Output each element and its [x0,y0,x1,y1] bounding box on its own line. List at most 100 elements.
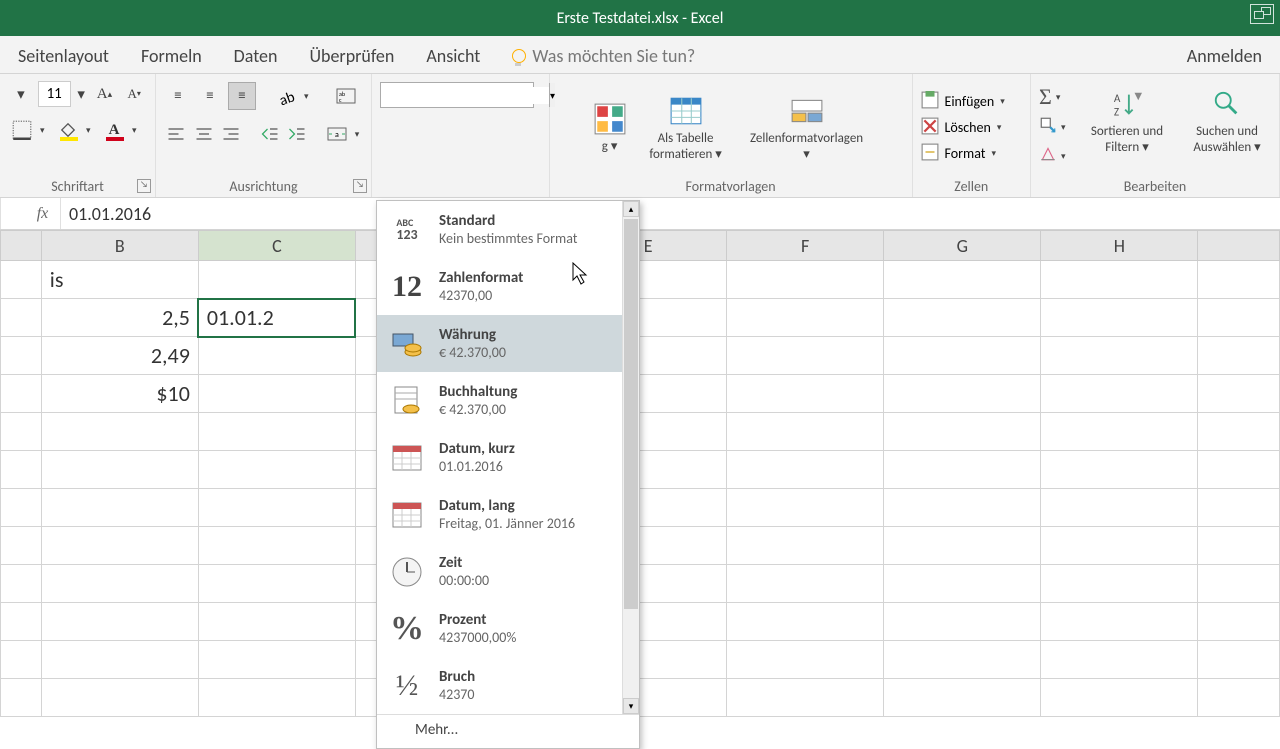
group-label-cells: Zellen [913,178,1031,195]
fill-icon[interactable] [1039,116,1057,139]
svg-text:ab: ab [277,88,296,106]
grow-font-icon[interactable]: A▴ [92,80,118,108]
format-icon: % [387,609,427,649]
worksheet[interactable]: B C E F G H is 2,501.01.2 2,49 $10 [0,230,1280,720]
cell[interactable]: 2,5 [41,299,198,337]
font-color-button[interactable]: A [100,116,128,144]
number-format-item-zahlenformat[interactable]: 12Zahlenformat42370,00 [377,258,622,315]
decrease-indent-icon[interactable] [258,120,282,148]
col-header-h[interactable]: H [1041,231,1198,261]
formula-bar: fx 01.01.2016 [0,198,1280,230]
title-bar: Erste Testdatei.xlsx - Excel [0,0,1280,36]
restore-icon[interactable] [1250,4,1274,24]
font-group-launcher[interactable]: ↘ [137,179,151,193]
group-label-alignment: Ausrichtung [156,178,371,195]
format-cells-icon [921,143,939,165]
align-right-icon[interactable] [219,120,243,148]
align-bottom-icon[interactable]: ≡ [228,82,256,110]
number-format-dropdown[interactable]: ▾ [380,82,534,108]
tab-ansicht[interactable]: Ansicht [422,39,484,73]
scroll-up-arrow[interactable]: ▴ [623,201,639,217]
lightbulb-icon [512,49,526,63]
sort-filter-button[interactable]: AZ Sortieren und Filtern ▾ [1081,84,1173,157]
number-format-menu: ABC123StandardKein bestimmtes Format12Za… [376,200,640,749]
format-icon [387,324,427,364]
scroll-down-arrow[interactable]: ▾ [623,698,639,714]
cell-styles-button[interactable]: Zellenformatvorlagen ▾ [737,91,877,164]
group-label-font: Schriftart [0,178,155,195]
wrap-text-icon[interactable]: abc [330,80,362,112]
insert-cells-button[interactable]: Einfügen [945,93,995,110]
col-header-c[interactable]: C [198,231,355,261]
formula-input[interactable]: 01.01.2016 [61,203,1280,225]
ribbon-tabs: Seitenlayout Formeln Daten Überprüfen An… [0,36,1280,74]
clear-icon[interactable] [1039,145,1057,168]
format-icon [387,552,427,592]
tell-me-box[interactable]: Was möchten Sie tun? [508,39,699,73]
align-top-icon[interactable]: ≡ [164,82,192,110]
scrollbar[interactable]: ▴ ▾ [622,201,639,714]
align-middle-icon[interactable]: ≡ [196,82,224,110]
font-size-dd[interactable]: ▾ [75,80,88,108]
svg-text:A: A [1114,92,1121,106]
alignment-group-launcher[interactable]: ↘ [353,179,367,193]
cell[interactable]: is [41,261,198,299]
format-icon: ABC123 [387,210,427,250]
fill-color-dd[interactable]: ▾ [86,125,96,136]
tab-uberprufen[interactable]: Überprüfen [305,39,398,73]
border-dd[interactable]: ▾ [40,125,50,136]
autosum-icon[interactable]: Σ [1039,84,1052,110]
delete-cells-icon [921,117,939,139]
selected-cell[interactable]: 01.01.2 [198,299,355,337]
conditional-formatting-button[interactable]: g ▾ [585,99,635,157]
cell[interactable]: $10 [41,375,198,413]
cell[interactable]: 2,49 [41,337,198,375]
ribbon: ▾ 11 ▾ A▴ A▾ ▾ ▾ A ▾ Schriftart ↘ ≡ ≡ ≡ [0,74,1280,198]
font-color-dd[interactable]: ▾ [132,125,142,136]
number-format-input[interactable] [381,87,549,104]
fill-color-button[interactable] [54,116,82,144]
number-format-item-datum-lang[interactable]: Datum, langFreitag, 01. Jänner 2016 [377,486,622,543]
svg-text:Z: Z [1114,105,1119,119]
number-format-item-datum-kurz[interactable]: Datum, kurz01.01.2016 [377,429,622,486]
number-format-item-standard[interactable]: ABC123StandardKein bestimmtes Format [377,201,622,258]
number-format-more[interactable]: Mehr... [377,714,639,748]
window-title: Erste Testdatei.xlsx - Excel [557,9,724,28]
number-format-item-bruch[interactable]: ½Bruch42370 [377,657,622,714]
number-format-item-prozent[interactable]: %Prozent4237000,00% [377,600,622,657]
align-left-icon[interactable] [164,120,188,148]
tab-daten[interactable]: Daten [230,39,282,73]
font-size-input[interactable]: 11 [38,81,71,107]
orientation-icon[interactable]: ab [272,82,300,110]
svg-text:a: a [335,130,339,140]
col-header-g[interactable]: G [884,231,1041,261]
number-format-item-zeit[interactable]: Zeit00:00:00 [377,543,622,600]
insert-cells-icon [921,91,939,113]
number-format-item-w-hrung[interactable]: Währung€ 42.370,00 [377,315,622,372]
shrink-font-icon[interactable]: A▾ [121,80,147,108]
tab-seitenlayout[interactable]: Seitenlayout [14,39,113,73]
sign-in-link[interactable]: Anmelden [1183,39,1266,73]
delete-cells-button[interactable]: Löschen [945,119,991,136]
format-icon [387,381,427,421]
format-as-table-button[interactable]: Als Tabelle formatieren ▾ [643,91,729,164]
format-icon: 12 [387,267,427,307]
format-icon [387,438,427,478]
col-header-f[interactable]: F [727,231,884,261]
increase-indent-icon[interactable] [285,120,309,148]
fx-icon[interactable]: fx [25,198,61,229]
align-center-icon[interactable] [192,120,216,148]
format-cells-button[interactable]: Format [945,145,986,162]
col-header-b[interactable]: B [41,231,198,261]
group-label-editing: Bearbeiten [1031,178,1279,195]
format-icon [387,495,427,535]
scroll-thumb[interactable] [624,219,638,609]
tab-formeln[interactable]: Formeln [137,39,206,73]
format-icon: ½ [387,666,427,706]
number-format-item-buchhaltung[interactable]: Buchhaltung€ 42.370,00 [377,372,622,429]
group-label-styles: Formatvorlagen [550,178,912,195]
find-select-button[interactable]: Suchen und Auswählen ▾ [1183,84,1271,157]
merge-center-icon[interactable]: a [324,118,351,150]
font-dropdown-arrow[interactable]: ▾ [8,80,34,108]
border-button[interactable] [8,116,36,144]
